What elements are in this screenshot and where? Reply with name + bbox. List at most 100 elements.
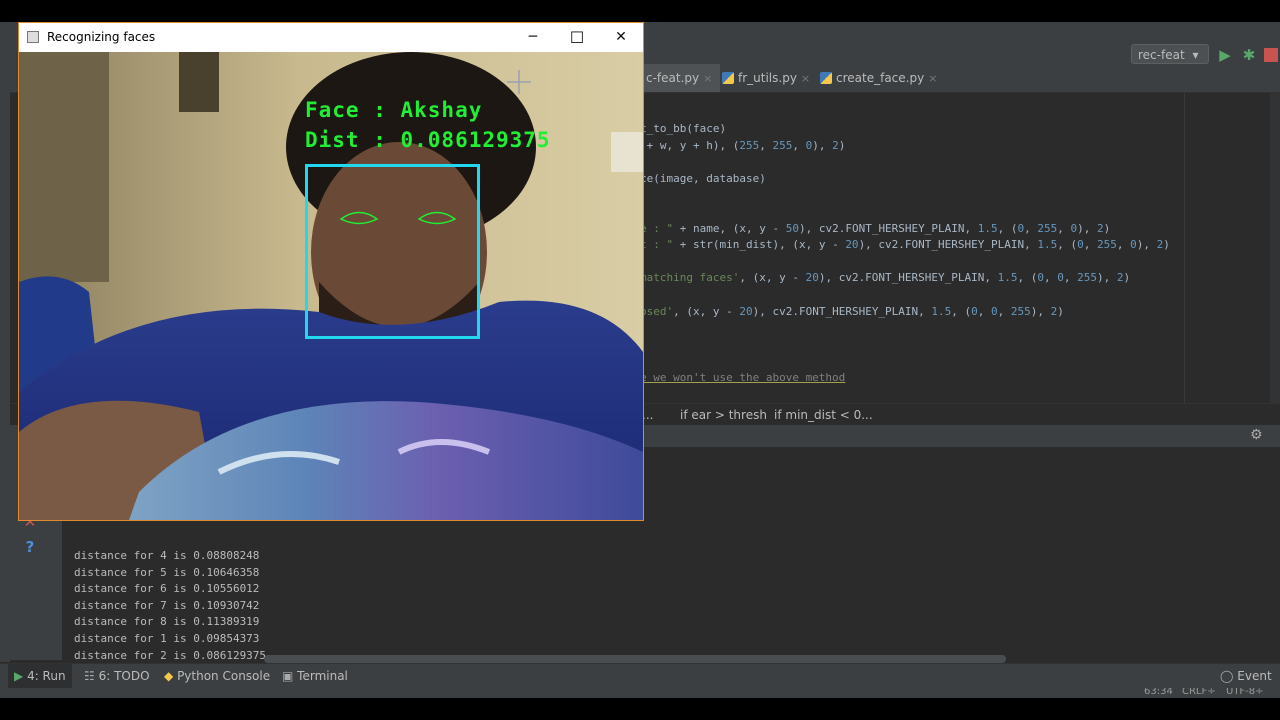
code-token: , bbox=[1057, 221, 1071, 235]
code-token: e we won't use the above method bbox=[640, 371, 846, 384]
stop-icon[interactable] bbox=[1264, 48, 1278, 62]
caret-position[interactable]: 63:34 bbox=[1144, 688, 1173, 698]
terminal-icon: ▣ bbox=[282, 669, 294, 683]
run-icon[interactable]: ▶ bbox=[1216, 46, 1234, 64]
code-token: 0 bbox=[991, 304, 998, 318]
code-token: 20 bbox=[845, 238, 859, 252]
code-token: 1.5 bbox=[997, 271, 1018, 285]
code-token: 255 bbox=[1037, 221, 1058, 235]
code-token: 2 bbox=[832, 138, 839, 152]
camera-feed: Face : Akshay Dist : 0.086129375 bbox=[19, 52, 643, 520]
code-token: t : " bbox=[640, 238, 674, 252]
code-token: , bbox=[792, 138, 806, 152]
tab-python-console[interactable]: ◆ Python Console bbox=[158, 664, 276, 689]
tab-label: create_face.py bbox=[836, 71, 925, 85]
console-line: distance for 4 is 0.08808248 bbox=[74, 549, 260, 562]
code-token: ), cv2.FONT_HERSHEY_PLAIN, bbox=[752, 304, 932, 318]
console-line: distance for 5 is 0.10646358 bbox=[74, 565, 260, 579]
close-icon[interactable]: × bbox=[801, 72, 810, 85]
breadcrumb-item[interactable]: if min_dist < 0... bbox=[774, 404, 873, 426]
debug-icon[interactable]: ✱ bbox=[1240, 46, 1258, 64]
code-token: ) bbox=[1123, 271, 1131, 285]
code-token: + w, y + h), ( bbox=[640, 138, 740, 152]
code-token: ) bbox=[1163, 238, 1170, 252]
code-token: ), bbox=[812, 138, 833, 152]
console-horizontal-scrollbar[interactable] bbox=[264, 655, 1006, 663]
window-titlebar[interactable]: Recognizing faces ─ ☐ ✕ bbox=[19, 23, 643, 52]
code-line[interactable]: t_to_bb(face) bbox=[640, 121, 726, 137]
chevron-down-icon: ▾ bbox=[1192, 48, 1199, 62]
tab-label: Python Console bbox=[177, 669, 271, 683]
todo-icon: ☷ bbox=[84, 669, 95, 683]
tab-label: fr_utils.py bbox=[738, 71, 797, 85]
code-token: 1.5 bbox=[931, 304, 952, 318]
tab-create-face[interactable]: create_face.py × bbox=[814, 64, 945, 92]
event-log-button[interactable]: ◯ Event Lo bbox=[1214, 664, 1280, 698]
bottom-tool-tabs: ▶ 4: Run ☷ 6: TODO ◆ Python Console ▣ Te… bbox=[0, 663, 1280, 698]
code-line[interactable]: osed', (x, y - 20), cv2.FONT_HERSHEY_PLA… bbox=[640, 304, 1064, 320]
code-token: ) bbox=[838, 138, 846, 152]
help-icon[interactable]: ? bbox=[20, 537, 40, 557]
eye-landmarks bbox=[339, 211, 457, 225]
close-icon[interactable]: × bbox=[703, 72, 712, 85]
code-token: , bbox=[1044, 271, 1058, 285]
console-line: distance for 1 is 0.09854373 bbox=[74, 632, 260, 645]
code-token: ), bbox=[1077, 221, 1098, 235]
code-line[interactable]: t : " + str(min_dist), (x, y - 20), cv2.… bbox=[640, 237, 1170, 253]
tab-label: 6: TODO bbox=[98, 669, 150, 683]
code-token: ) bbox=[1057, 304, 1064, 318]
file-encoding[interactable]: UTF-8÷ bbox=[1226, 688, 1264, 698]
code-token: 255 bbox=[1010, 304, 1031, 318]
tab-run[interactable]: ▶ 4: Run bbox=[8, 664, 72, 689]
code-token: 50 bbox=[785, 221, 799, 235]
python-file-icon bbox=[722, 72, 734, 84]
code-token: , bbox=[1116, 238, 1131, 252]
code-token: 1.5 bbox=[977, 221, 998, 235]
tab-label: 4: Run bbox=[27, 669, 66, 683]
tab-todo[interactable]: ☷ 6: TODO bbox=[78, 664, 156, 689]
code-token: ), bbox=[1097, 271, 1117, 285]
minimize-button[interactable]: ─ bbox=[511, 23, 555, 52]
console-line: distance for 2 is 0.086129375 bbox=[74, 648, 267, 662]
code-token: 255 bbox=[739, 138, 760, 152]
console-line: distance for 8 is 0.11389319 bbox=[74, 615, 260, 629]
code-token: t_to_bb(face) bbox=[640, 122, 727, 135]
close-icon[interactable]: × bbox=[928, 72, 937, 85]
speech-bubble-icon: ◯ bbox=[1220, 669, 1234, 683]
right-margin-guide bbox=[1184, 93, 1185, 403]
gear-icon[interactable]: ⚙ bbox=[1250, 427, 1263, 443]
code-token: , ( bbox=[951, 304, 972, 318]
code-line[interactable]: e we won't use the above method bbox=[640, 370, 845, 386]
code-line[interactable]: e : " + name, (x, y - 50), cv2.FONT_HERS… bbox=[640, 221, 1110, 237]
close-button[interactable]: ✕ bbox=[599, 23, 643, 52]
code-line[interactable]: ce(image, database) bbox=[640, 171, 766, 187]
run-config-dropdown[interactable]: rec-feat ▾ bbox=[1131, 44, 1209, 64]
code-token: ) bbox=[1103, 221, 1111, 235]
code-token: , bbox=[1024, 221, 1038, 235]
code-token: ), bbox=[1136, 238, 1157, 252]
code-token: , ( bbox=[1017, 271, 1038, 285]
letterbox-top bbox=[0, 0, 1280, 22]
run-icon: ▶ bbox=[14, 669, 24, 683]
maximize-button[interactable]: ☐ bbox=[555, 23, 599, 52]
code-token: , (x, y - bbox=[673, 304, 740, 318]
tab-fr-utils[interactable]: fr_utils.py × bbox=[716, 64, 818, 92]
code-token: , bbox=[997, 304, 1011, 318]
tab-label: c-feat.py bbox=[646, 71, 700, 85]
code-token: 20 bbox=[739, 304, 753, 318]
tab-rec-feat[interactable]: c-feat.py × bbox=[640, 64, 721, 92]
letterbox-bottom bbox=[0, 698, 1280, 720]
window-title: Recognizing faces bbox=[47, 30, 156, 44]
editor-scrollbar[interactable] bbox=[1270, 93, 1280, 403]
console-line: distance for 6 is 0.10556012 bbox=[74, 582, 260, 596]
code-line[interactable]: matching faces', (x, y - 20), cv2.FONT_H… bbox=[640, 270, 1130, 286]
code-token: 255 bbox=[1077, 271, 1098, 285]
code-token: , ( bbox=[997, 221, 1018, 235]
line-separator[interactable]: CRLF÷ bbox=[1182, 688, 1216, 698]
tab-terminal[interactable]: ▣ Terminal bbox=[276, 664, 354, 689]
python-icon: ◆ bbox=[164, 669, 174, 683]
code-token: 0 bbox=[1077, 238, 1084, 252]
python-file-icon bbox=[820, 72, 832, 84]
breadcrumb-item[interactable]: if ear > thresh bbox=[680, 404, 767, 426]
code-line[interactable]: + w, y + h), (255, 255, 0), 2) bbox=[640, 138, 846, 154]
